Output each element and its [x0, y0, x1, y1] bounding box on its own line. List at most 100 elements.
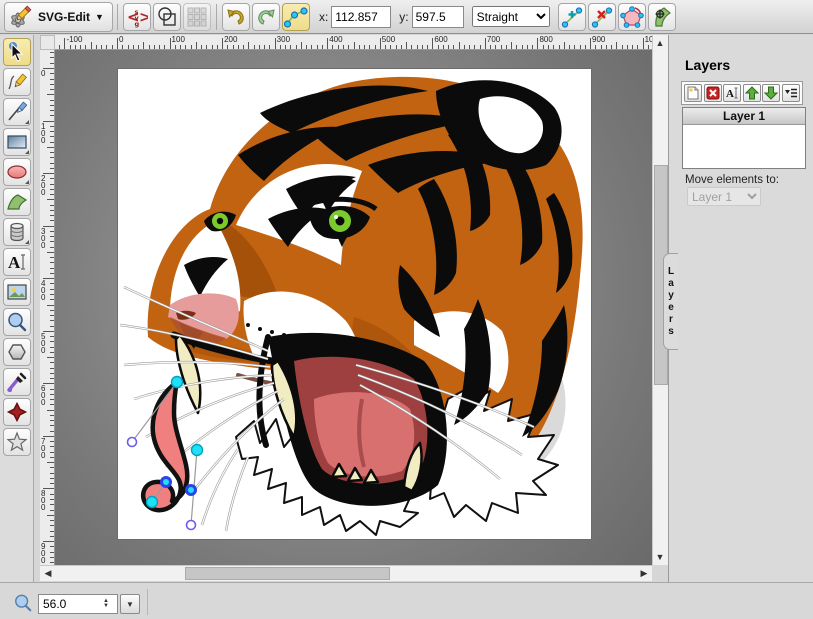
path-node[interactable] [172, 377, 183, 388]
polygon-tool-button[interactable] [3, 338, 31, 366]
ruler-tick [206, 45, 207, 49]
ruler-tick [170, 38, 171, 49]
ruler-tick [569, 45, 570, 49]
ruler-tick [506, 45, 507, 49]
move-layer-down-button[interactable] [762, 84, 780, 102]
line-tool-button[interactable] [3, 98, 31, 126]
move-elements-select[interactable]: Layer 1 [687, 187, 761, 206]
svg-text:A: A [8, 253, 21, 272]
ruler-tick [495, 45, 496, 49]
ruler-tick [50, 473, 54, 474]
scroll-down-arrow[interactable]: ▼ [653, 550, 667, 564]
rename-layer-icon: A [725, 86, 739, 100]
ruler-tick [80, 45, 81, 49]
path-node[interactable] [147, 497, 158, 508]
scroll-up-arrow[interactable]: ▲ [653, 36, 667, 50]
ruler-label: 600 [41, 385, 49, 406]
segment-type-select[interactable]: Straight [472, 6, 550, 27]
control-handle-node[interactable] [187, 521, 196, 530]
delete-node-button[interactable] [588, 3, 616, 31]
ruler-tick [511, 42, 512, 49]
ruler-tick [285, 45, 286, 49]
ruler-tick [50, 546, 54, 547]
move-elements-label: Move elements to: [685, 174, 779, 186]
move-layer-up-button[interactable] [743, 84, 761, 102]
ruler-tick [47, 252, 54, 253]
image-tool-button[interactable] [3, 278, 31, 306]
text-tool-button[interactable]: A [3, 248, 31, 276]
path-node-selected[interactable] [162, 478, 171, 487]
image-tool-icon [6, 281, 28, 303]
statusbar-separator [147, 589, 148, 615]
scroll-left-arrow[interactable]: ◀ [41, 566, 55, 580]
ruler-tick [50, 100, 54, 101]
control-handle-node[interactable] [128, 438, 137, 447]
red-shape-tool-button[interactable] [3, 398, 31, 426]
ruler-tick [50, 347, 54, 348]
ruler-tick [375, 45, 376, 49]
layers-panel-handle[interactable]: Layers [663, 253, 678, 350]
link-control-points-button[interactable] [282, 3, 310, 31]
layer-buttons-row: A [681, 81, 803, 105]
ruler-tick [248, 42, 249, 49]
path-tool-button[interactable] [3, 188, 31, 216]
source-editor-button[interactable]: < s v g > [123, 3, 151, 31]
layer-down-icon [764, 86, 778, 100]
layer-menu-button[interactable] [782, 84, 800, 102]
ellipse-tool-button[interactable] [3, 158, 31, 186]
redo-button[interactable] [252, 3, 280, 31]
ruler-tick [474, 45, 475, 49]
horizontal-scrollbar[interactable]: ◀ ▶ [40, 565, 652, 581]
wireframe-shapes-icon [156, 6, 178, 28]
shape-library-button[interactable] [3, 218, 31, 246]
ruler-tick [50, 341, 54, 342]
svg-source-icon: < s v g > [126, 6, 148, 28]
wireframe-mode-button[interactable] [153, 3, 181, 31]
ruler-tick [50, 73, 54, 74]
drawing-page[interactable] [117, 68, 592, 540]
path-node[interactable] [192, 445, 203, 456]
ruler-tick [50, 142, 54, 143]
zoom-spinner[interactable]: ▲▼ [99, 599, 113, 609]
star-tool-button[interactable] [3, 428, 31, 456]
zoom-tool-button[interactable] [3, 308, 31, 336]
rectangle-tool-button[interactable] [3, 128, 31, 156]
delete-layer-button[interactable] [704, 84, 722, 102]
ruler-tick [50, 52, 54, 53]
main-menu-button[interactable]: SVG-Edit ▼ [4, 2, 113, 32]
open-path-button[interactable] [618, 3, 646, 31]
y-input[interactable] [412, 6, 464, 28]
logo-dropdown-arrow: ▼ [95, 12, 104, 22]
ruler-tick [50, 399, 54, 400]
layer-row-selected[interactable]: Layer 1 [683, 108, 805, 125]
ruler-tick [47, 305, 54, 306]
open-path-icon [620, 5, 644, 29]
ruler-tick [338, 45, 339, 49]
canvas-workspace[interactable] [55, 50, 652, 565]
ruler-tick [50, 210, 54, 211]
path-node-selected[interactable] [187, 486, 196, 495]
rename-layer-button[interactable]: A [723, 84, 741, 102]
eyedropper-tool-button[interactable] [3, 368, 31, 396]
ruler-tick [275, 38, 276, 49]
undo-button[interactable] [222, 3, 250, 31]
zoom-value-field[interactable]: ▲▼ [38, 594, 118, 614]
zoom-dropdown-button[interactable]: ▼ [120, 594, 140, 614]
x-input[interactable] [331, 6, 391, 28]
convert-to-path-button[interactable] [648, 3, 676, 31]
select-tool-button[interactable] [3, 38, 31, 66]
new-layer-button[interactable] [684, 84, 702, 102]
ruler-tick [122, 45, 123, 49]
svg-edit-logo-icon [9, 5, 33, 29]
add-node-button[interactable] [558, 3, 586, 31]
grid-button[interactable] [183, 3, 211, 31]
pencil-tool-button[interactable] [3, 68, 31, 96]
status-bar: ▲▼ ▼ [0, 582, 813, 619]
ruler-tick [50, 483, 54, 484]
ruler-tick [343, 45, 344, 49]
horizontal-scroll-thumb[interactable] [185, 567, 390, 580]
scroll-right-arrow[interactable]: ▶ [637, 566, 651, 580]
layer-list: Layer 1 [682, 107, 806, 169]
zoom-input[interactable] [39, 597, 99, 611]
redo-icon [255, 6, 277, 28]
